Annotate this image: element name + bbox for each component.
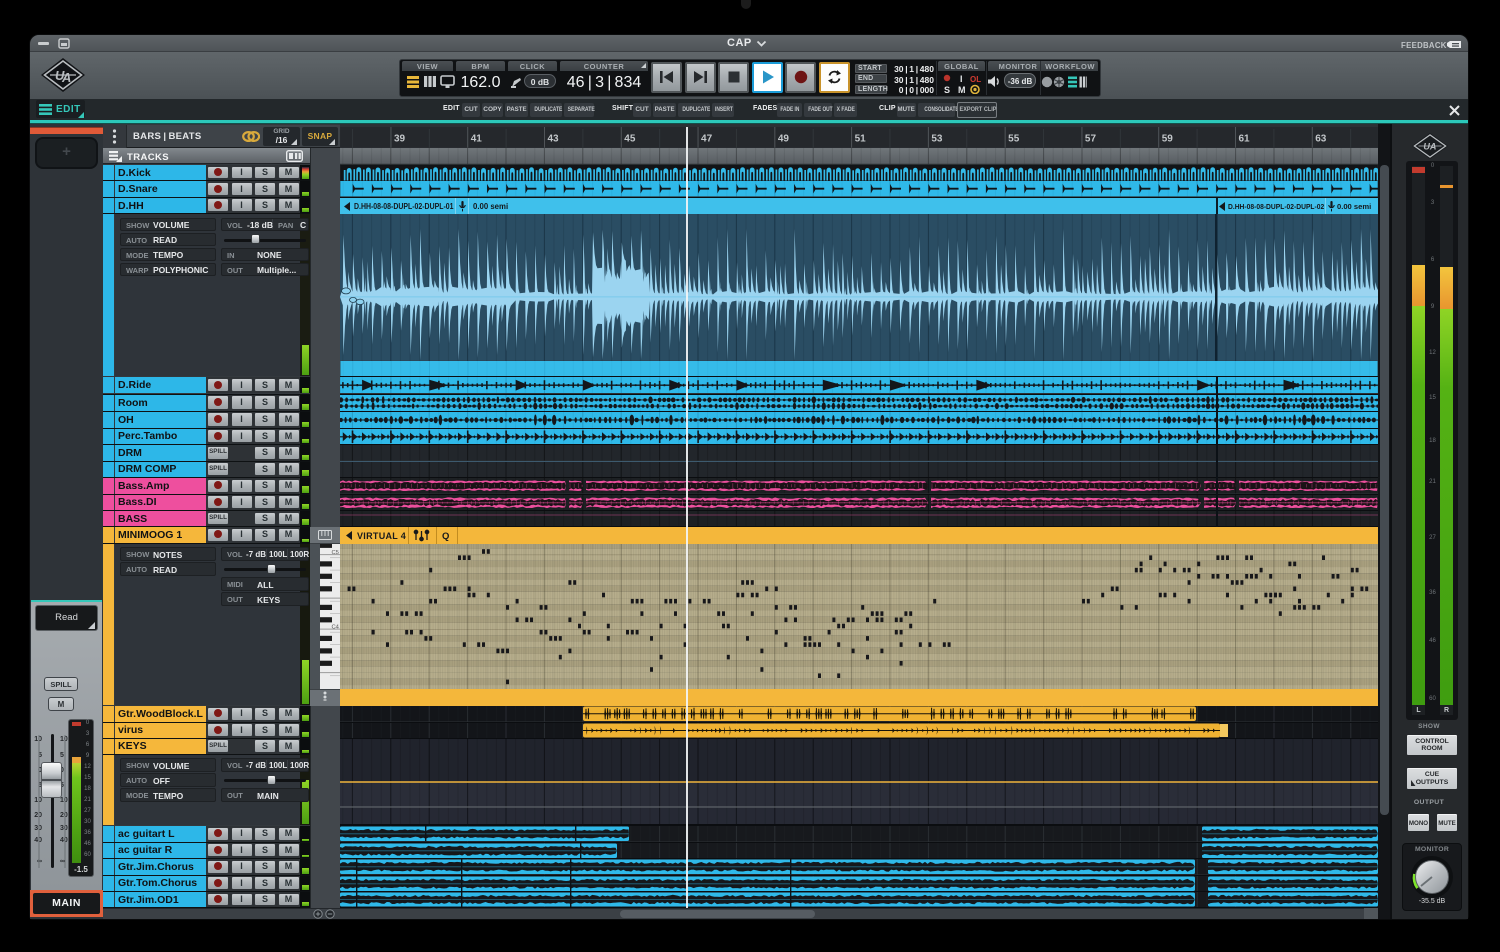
- svg-text:OL: OL: [970, 75, 981, 84]
- svg-text:S: S: [944, 85, 950, 94]
- svg-text:51: 51: [855, 133, 867, 144]
- svg-text:A: A: [61, 70, 71, 85]
- svg-text:M: M: [958, 85, 966, 94]
- svg-text:C4: C4: [332, 624, 340, 630]
- svg-text:55: 55: [1008, 133, 1020, 144]
- svg-text:53: 53: [931, 133, 943, 144]
- svg-text:39: 39: [394, 133, 406, 144]
- svg-text:I: I: [960, 74, 963, 84]
- svg-text:63: 63: [1315, 133, 1327, 144]
- svg-text:UA: UA: [1423, 142, 1436, 152]
- svg-text:61: 61: [1238, 133, 1250, 144]
- svg-text:47: 47: [701, 133, 713, 144]
- svg-text:C5: C5: [332, 550, 339, 556]
- svg-text:57: 57: [1085, 133, 1097, 144]
- svg-text:59: 59: [1162, 133, 1174, 144]
- svg-text:49: 49: [778, 133, 790, 144]
- svg-text:45: 45: [624, 133, 636, 144]
- svg-text:41: 41: [471, 133, 483, 144]
- svg-text:43: 43: [547, 133, 559, 144]
